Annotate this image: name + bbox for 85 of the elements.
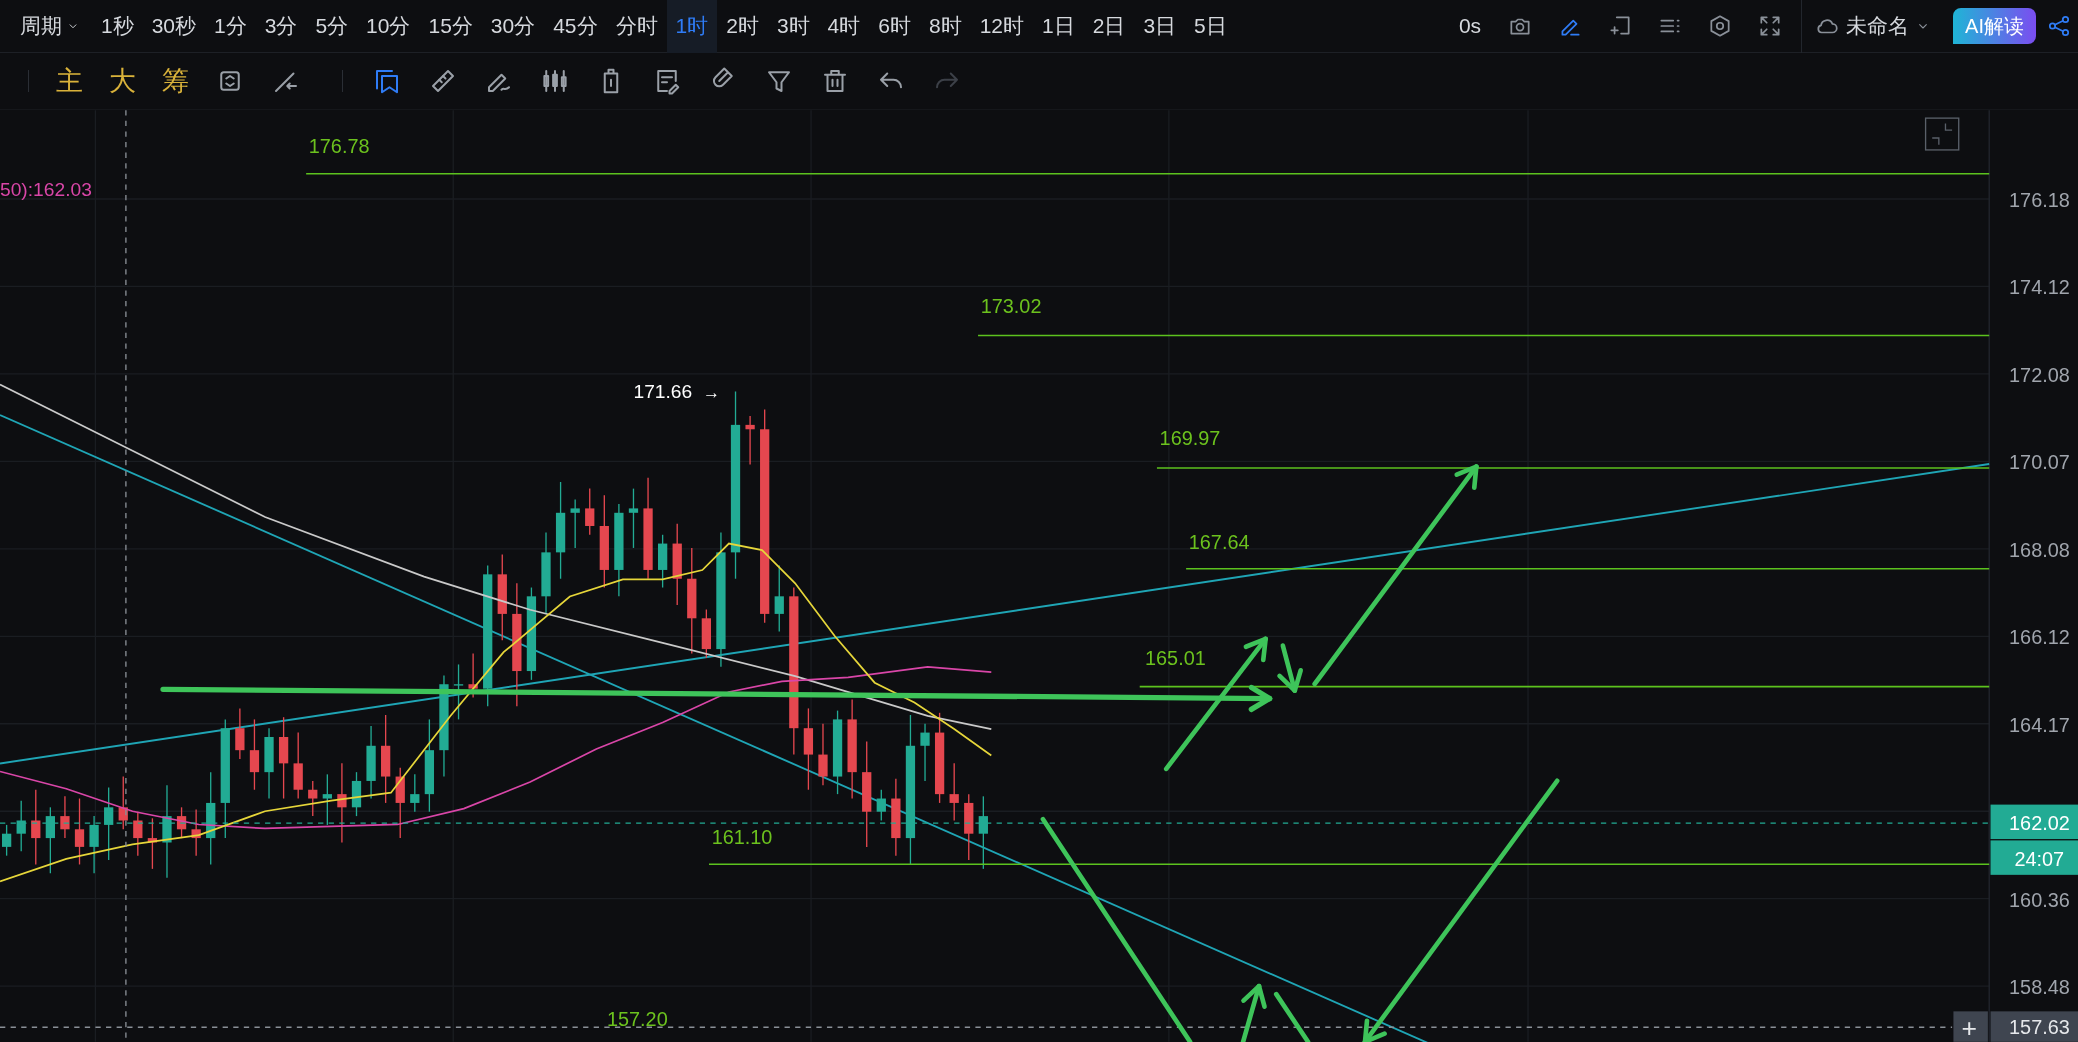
candle (920, 723, 930, 782)
candle (45, 806, 55, 874)
price-tick: 174.12 (2009, 276, 2070, 299)
indicator-toggle[interactable]: 大 (96, 60, 149, 102)
price-tick: 172.08 (2009, 363, 2070, 386)
interval-tab[interactable]: 12时 (970, 0, 1034, 53)
price-tick: 166.12 (2009, 626, 2070, 649)
indicator-toggle[interactable]: 筹 (149, 60, 202, 102)
candle (876, 789, 886, 822)
interval-tab[interactable]: 10分 (357, 0, 420, 53)
interval-tab[interactable]: 8时 (920, 0, 971, 53)
arrow (1277, 643, 1303, 693)
candle (570, 498, 580, 549)
candle (818, 723, 828, 786)
price-level-label: 176.78 (308, 134, 370, 157)
price-level-label: 167.64 (1188, 530, 1250, 553)
interval-tab[interactable]: 2时 (717, 0, 768, 53)
candle (949, 762, 959, 822)
collapse-icon (1924, 117, 1960, 151)
candle (2, 824, 12, 857)
interval-tab[interactable]: 15分 (419, 0, 482, 53)
candle (585, 487, 595, 536)
interval-tab[interactable]: 1日 (1033, 0, 1084, 53)
price-level-label: 173.02 (980, 294, 1042, 317)
interval-tab[interactable]: 1秒 (92, 0, 143, 53)
candle (133, 811, 143, 857)
price-level-label: 165.01 (1145, 647, 1206, 670)
candle (74, 797, 85, 866)
interval-tab[interactable]: 3日 (1134, 0, 1186, 53)
last-price-tag: 162.02 (1990, 804, 2078, 840)
candle (322, 773, 332, 826)
candle (60, 795, 70, 839)
candle (658, 534, 668, 589)
candle (191, 808, 201, 857)
interval-tab[interactable]: 6时 (869, 0, 920, 53)
price-level-label: 169.97 (1159, 427, 1221, 450)
interval-tab[interactable]: 45分 (544, 0, 607, 53)
candle (176, 806, 187, 839)
candle (16, 800, 26, 852)
countdown-label: 0s (1457, 13, 1483, 40)
candle (118, 775, 128, 830)
candle (745, 415, 755, 466)
candle (964, 793, 974, 861)
interval-tab[interactable]: 1时 (666, 0, 718, 53)
candle (395, 767, 405, 839)
candle (147, 817, 158, 870)
candle (89, 815, 99, 874)
price-level-label: 161.10 (711, 826, 773, 849)
price-tick: 158.48 (2009, 976, 2070, 999)
candle-countdown-tag: 24:07 (1990, 840, 2078, 875)
interval-tab[interactable]: 3分 (255, 0, 307, 53)
candle (351, 771, 362, 817)
share-icon[interactable] (2046, 13, 2072, 39)
indicator-readout: 50):162.03 (0, 179, 92, 201)
indicator-toggle[interactable]: 主 (43, 60, 96, 102)
interval-tab[interactable]: 分时 (606, 0, 667, 53)
interval-tab[interactable]: 30分 (481, 0, 545, 53)
high-price-label: 171.66 (633, 380, 693, 402)
candle (293, 731, 303, 800)
interval-tab[interactable]: 5日 (1185, 0, 1236, 53)
interval-tab[interactable]: 3时 (767, 0, 819, 53)
price-tick: 176.18 (2009, 188, 2070, 211)
price-tick: 160.36 (2009, 888, 2070, 911)
interval-tab[interactable]: 1分 (205, 0, 256, 53)
candle (308, 780, 318, 817)
price-tick: 168.08 (2009, 538, 2070, 561)
candle (235, 707, 245, 760)
ai-button[interactable]: AI解读 (1953, 8, 2036, 44)
candle (628, 487, 639, 549)
candle (701, 608, 711, 659)
price-level-label: 157.20 (606, 1007, 668, 1030)
add-button[interactable]: + (1953, 1011, 1988, 1042)
price-tick: 170.07 (2009, 451, 2070, 474)
arrow-label: → (702, 381, 720, 402)
arrow (1240, 983, 1267, 1042)
crosshair-price-tag: 157.63 (1990, 1011, 2078, 1042)
price-tick: 164.17 (2009, 713, 2070, 736)
interval-tab[interactable]: 2日 (1083, 0, 1135, 53)
workspace-dropdown[interactable]: 未命名 (1808, 9, 1938, 43)
candle (453, 663, 464, 721)
interval-tab[interactable]: 4时 (818, 0, 870, 53)
candle (410, 773, 420, 813)
period-dropdown[interactable]: 周期 (0, 0, 92, 53)
interval-tab[interactable]: 5分 (306, 0, 358, 53)
interval-tab[interactable]: 30秒 (142, 0, 206, 53)
